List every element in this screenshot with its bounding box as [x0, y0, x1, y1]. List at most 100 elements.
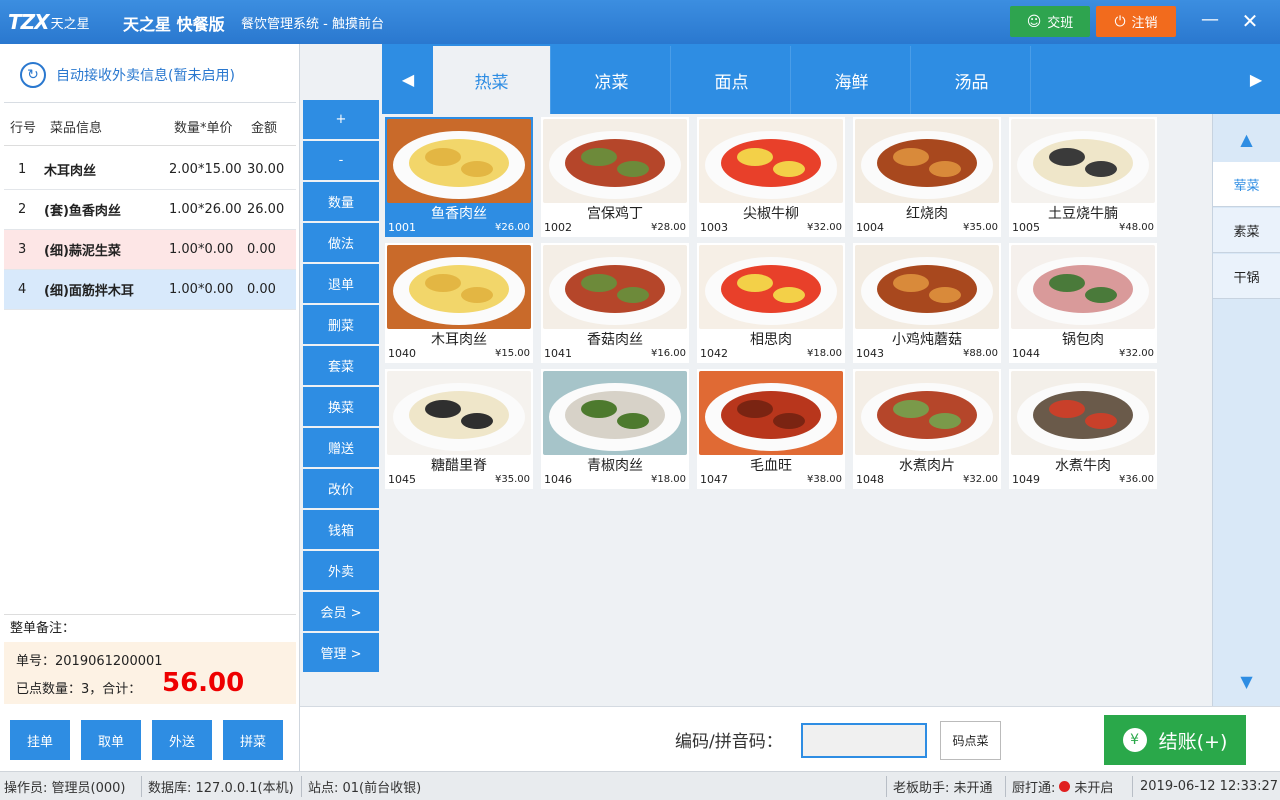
- shift-change-button[interactable]: ☺ 交班: [1010, 6, 1090, 37]
- swap-dish-button[interactable]: 换菜: [303, 387, 379, 426]
- member-button[interactable]: 会员 >: [303, 592, 379, 631]
- user-icon: ☺: [1026, 13, 1042, 30]
- row-qty-price: 1.00*26.00: [169, 202, 242, 217]
- code-order-button[interactable]: 码点菜: [940, 721, 1001, 760]
- plus-button[interactable]: +: [303, 100, 379, 139]
- delivery-button[interactable]: 外送: [152, 720, 212, 760]
- dish-card[interactable]: 锅包肉 1044 ¥32.00: [1009, 243, 1157, 363]
- row-no: 4: [18, 282, 27, 297]
- change-price-button[interactable]: 改价: [303, 469, 379, 508]
- dish-name: 鱼香肉丝: [431, 206, 487, 222]
- dish-card[interactable]: 香菇肉丝 1041 ¥16.00: [541, 243, 689, 363]
- combine-dish-button[interactable]: 拼菜: [223, 720, 283, 760]
- row-amount: 26.00: [247, 202, 285, 217]
- tab-4[interactable]: 海鲜: [793, 46, 911, 114]
- dish-card[interactable]: 小鸡炖蘑菇 1043 ¥88.00: [853, 243, 1001, 363]
- dish-photo-svg: [549, 383, 681, 451]
- dish-card[interactable]: 糖醋里脊 1045 ¥35.00: [385, 369, 533, 489]
- code-input[interactable]: [801, 723, 927, 758]
- manage-button[interactable]: 管理 >: [303, 633, 379, 672]
- tab-1[interactable]: 热菜: [433, 46, 551, 114]
- subcategory-item[interactable]: 素菜: [1213, 208, 1280, 253]
- logout-button[interactable]: ⏻ 注销: [1096, 6, 1176, 37]
- dish-price: ¥18.00: [651, 474, 686, 485]
- order-row[interactable]: 3 (细)蒜泥生菜 1.00*0.00 0.00: [4, 230, 296, 270]
- app-subtitle: 餐饮管理系统 - 触摸前台: [241, 17, 384, 32]
- cash-drawer-button[interactable]: 钱箱: [303, 510, 379, 549]
- order-row[interactable]: 2 (套)鱼香肉丝 1.00*26.00 26.00: [4, 190, 296, 230]
- delete-dish-button[interactable]: 删菜: [303, 305, 379, 344]
- dish-name: 毛血旺: [750, 458, 792, 474]
- row-dish-name: (细)面筋拌木耳: [44, 284, 134, 299]
- dish-card[interactable]: 青椒肉丝 1046 ¥18.00: [541, 369, 689, 489]
- row-dish-name: (套)鱼香肉丝: [44, 204, 121, 219]
- minimize-button[interactable]: —: [1196, 8, 1224, 36]
- dish-photo: [699, 371, 843, 455]
- hold-order-button[interactable]: 挂单: [10, 720, 70, 760]
- dish-photo: [1011, 119, 1155, 203]
- set-meal-button[interactable]: 套菜: [303, 346, 379, 385]
- dish-name: 尖椒牛柳: [743, 206, 799, 222]
- dish-photo-svg: [393, 131, 525, 199]
- row-no: 2: [18, 202, 27, 217]
- dish-photo-svg: [393, 383, 525, 451]
- status-boss-assistant: 老板助手: 未开通: [893, 781, 993, 796]
- subcategory-item[interactable]: 荤菜: [1213, 162, 1280, 207]
- dish-photo-svg: [549, 257, 681, 325]
- tab-5[interactable]: 汤品: [913, 46, 1031, 114]
- order-number: 单号：2019061200001: [16, 654, 163, 669]
- tab-2[interactable]: 凉菜: [553, 46, 671, 114]
- col-header-amount: 金额: [251, 121, 278, 136]
- auto-receive-takeout[interactable]: ↻ 自动接收外卖信息(暂未启用): [4, 48, 296, 103]
- dish-code: 1043: [856, 347, 884, 360]
- dish-photo-svg: [705, 383, 837, 451]
- dish-name: 小鸡炖蘑菇: [892, 332, 962, 348]
- dish-photo: [387, 371, 531, 455]
- dish-name: 水煮牛肉: [1055, 458, 1111, 474]
- dish-photo: [543, 371, 687, 455]
- dish-photo-svg: [861, 131, 993, 199]
- dish-price: ¥36.00: [1119, 474, 1154, 485]
- subcategory-item[interactable]: 干锅: [1213, 254, 1280, 299]
- dish-card[interactable]: 尖椒牛柳 1003 ¥32.00: [697, 117, 845, 237]
- checkout-button[interactable]: ¥ 结账(+): [1104, 715, 1246, 765]
- dish-card[interactable]: 毛血旺 1047 ¥38.00: [697, 369, 845, 489]
- dish-card[interactable]: 相思肉 1042 ¥18.00: [697, 243, 845, 363]
- dish-card[interactable]: 宫保鸡丁 1002 ¥28.00: [541, 117, 689, 237]
- dish-photo-svg: [705, 131, 837, 199]
- row-amount: 30.00: [247, 162, 285, 177]
- title-bar: TZX 天之星 天之星 快餐版 餐饮管理系统 - 触摸前台 ☺ 交班 ⏻ 注销 …: [0, 0, 1280, 44]
- tab-prev-arrow-icon[interactable]: ◀: [384, 44, 432, 114]
- dish-photo: [543, 245, 687, 329]
- close-button[interactable]: ✕: [1236, 8, 1264, 36]
- dish-price: ¥18.00: [807, 348, 842, 359]
- dish-photo: [1011, 245, 1155, 329]
- dish-photo: [855, 371, 999, 455]
- return-button[interactable]: 退单: [303, 264, 379, 303]
- dish-card[interactable]: 木耳肉丝 1040 ¥15.00: [385, 243, 533, 363]
- dish-code: 1048: [856, 473, 884, 486]
- retrieve-order-button[interactable]: 取单: [81, 720, 141, 760]
- order-row[interactable]: 4 (细)面筋拌木耳 1.00*0.00 0.00: [4, 270, 296, 310]
- dish-card[interactable]: 水煮牛肉 1049 ¥36.00: [1009, 369, 1157, 489]
- gift-button[interactable]: 赠送: [303, 428, 379, 467]
- takeout-button[interactable]: 外卖: [303, 551, 379, 590]
- tab-3[interactable]: 面点: [673, 46, 791, 114]
- quantity-button[interactable]: 数量: [303, 182, 379, 221]
- dish-card[interactable]: 水煮肉片 1048 ¥32.00: [853, 369, 1001, 489]
- dish-name: 土豆烧牛腩: [1048, 206, 1118, 222]
- cooking-method-button[interactable]: 做法: [303, 223, 379, 262]
- row-dish-name: 木耳肉丝: [44, 164, 97, 179]
- minus-button[interactable]: -: [303, 141, 379, 180]
- cat-up-arrow-icon[interactable]: ▲: [1213, 124, 1280, 154]
- status-dot-icon: [1059, 781, 1071, 792]
- tab-next-arrow-icon[interactable]: ▶: [1232, 44, 1280, 114]
- dish-card[interactable]: 红烧肉 1004 ¥35.00: [853, 117, 1001, 237]
- cat-down-arrow-icon[interactable]: ▼: [1213, 666, 1280, 696]
- order-row[interactable]: 1 木耳肉丝 2.00*15.00 30.00: [4, 150, 296, 190]
- order-remark[interactable]: 整单备注：: [4, 614, 296, 642]
- dish-card[interactable]: 鱼香肉丝 1001 ¥26.00: [385, 117, 533, 237]
- dish-photo: [855, 119, 999, 203]
- dish-photo-svg: [705, 257, 837, 325]
- dish-card[interactable]: 土豆烧牛腩 1005 ¥48.00: [1009, 117, 1157, 237]
